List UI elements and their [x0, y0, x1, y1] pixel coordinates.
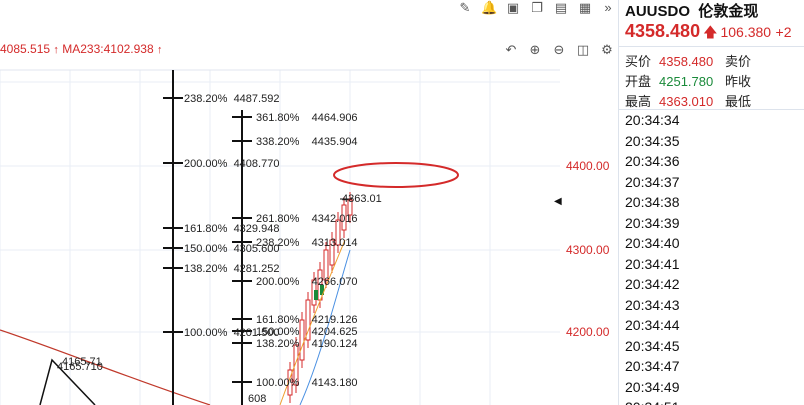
symbol-line: AUUSDO 伦敦金现: [625, 0, 758, 21]
price-tick-4200: 4200.00: [566, 325, 610, 339]
fib-right-price: 4190.124: [311, 338, 358, 350]
fib-right-price: 4204.625: [311, 326, 358, 338]
fib-right-price: 4143.180: [311, 377, 358, 389]
fib-left-pct: 238.20%: [184, 93, 228, 105]
collapse-icon[interactable]: »: [600, 0, 616, 16]
chart-box-icon[interactable]: ▤: [553, 0, 569, 16]
grid-icon[interactable]: ▦: [577, 0, 593, 16]
fib-right-pct: 161.80%: [256, 314, 300, 326]
tick-time: 20:34:41: [625, 255, 680, 272]
chart-area[interactable]: 4085.515 ↑ MA233:4102.938 ↑ ✎ 🔔 ▣ ❐ ▤ ▦ …: [0, 0, 618, 405]
tick-time: 20:34:37: [625, 173, 680, 190]
layout-icon[interactable]: ◫: [575, 42, 591, 58]
quote-label: 开盘: [625, 74, 652, 89]
tick-time: 20:34:47: [625, 358, 680, 374]
fib-left-pct: 200.00%: [184, 158, 228, 170]
price-change: 106.380: [720, 24, 772, 40]
fib-right-price: 4342.016: [311, 213, 358, 225]
price-tick-4300: 4300.00: [566, 243, 610, 257]
symbol-name: 伦敦金现: [698, 3, 759, 20]
settings-icon[interactable]: ⚙: [599, 42, 615, 58]
quote-label: 买价: [625, 54, 652, 69]
ma-left-value: 4085.515: [0, 42, 51, 56]
quote-value: 4358.480: [659, 54, 714, 69]
ma233-value: MA233:4102.938: [62, 42, 154, 56]
quote-label2: 昨收: [725, 74, 752, 89]
copy-icon[interactable]: ❐: [529, 0, 545, 16]
fib-right-pct: 100.00%: [256, 377, 300, 389]
fib-right-pct: 200.00%: [256, 276, 300, 288]
fib-right-pct: 261.80%: [256, 213, 300, 225]
fib-right-price: 4464.906: [311, 112, 358, 124]
tick-time: 20:34:35: [625, 132, 680, 149]
quote-row-high: 最高 4363.010 最低: [625, 91, 751, 110]
bell-icon[interactable]: 🔔: [481, 0, 497, 16]
tick-time: 20:34:39: [625, 214, 680, 231]
camera-icon[interactable]: ▣: [505, 0, 521, 16]
price-change-percent: +2: [775, 24, 792, 40]
arrow-up-icon: 🡅: [703, 24, 718, 40]
red-ellipse-annotation: [333, 162, 459, 188]
quote-row-open: 开盘 4251.780 昨收: [625, 71, 751, 90]
candle-body-down: [314, 290, 318, 300]
quote-label2: 最低: [725, 94, 752, 109]
tick-time: 20:34:38: [625, 194, 680, 210]
divider: [619, 46, 804, 47]
ma233-up-arrow-icon: ↑: [157, 44, 163, 56]
price-tick-4400: 4400.00: [566, 159, 610, 173]
fib-right-price: 4266.070: [311, 276, 358, 288]
tick-time: 20:34:42: [625, 276, 680, 292]
quote-panel: AUUSDO 伦敦金现 4358.480 🡅 106.380 +2 买价 4358.4…: [618, 0, 804, 405]
bottom-partial-label: 608: [248, 393, 267, 405]
tick-time-list[interactable]: 20:34:34 20:34:35 20:34:36 20:34:37 20:3…: [625, 110, 801, 405]
zoom-in-icon[interactable]: ⊕: [527, 42, 543, 58]
price-line: 4358.480 🡅 106.380 +2: [625, 21, 792, 46]
current-price-marker-icon: ◀: [554, 196, 562, 207]
fib-right-pct: 238.20%: [256, 237, 300, 249]
fib-left-pct: 161.80%: [184, 223, 228, 235]
fib-left-pct: 150.00%: [184, 243, 228, 255]
left-high-label-b: 4165.710: [57, 361, 103, 373]
zoom-out-icon[interactable]: ⊖: [551, 42, 567, 58]
quote-label: 最高: [625, 94, 652, 109]
fib-right-pct: 361.80%: [256, 112, 300, 124]
fib-left-price: 4487.592: [233, 93, 280, 105]
last-price: 4358.480: [625, 21, 701, 41]
quote-value: 4363.010: [659, 94, 714, 109]
ma-up-arrow-icon: ↑: [53, 44, 59, 56]
fib-right-pct: 338.20%: [256, 136, 300, 148]
fib-right-price: 4313.014: [311, 237, 358, 249]
tick-time: 20:34:34: [625, 112, 680, 128]
quote-value: 4251.780: [659, 74, 714, 89]
tick-time: 20:34:51: [625, 397, 801, 405]
symbol-code: AUUSDO: [625, 3, 691, 20]
fib-left-pct: 100.00%: [184, 327, 228, 339]
ma233-line: [0, 329, 211, 405]
tick-time: 20:34:43: [625, 296, 680, 313]
pen-icon[interactable]: ✎: [457, 0, 473, 16]
tick-time: 20:34:49: [625, 378, 680, 395]
quote-row-bid: 买价 4358.480 卖价: [625, 51, 751, 70]
undo-icon[interactable]: ↶: [503, 42, 519, 58]
fib-left-pct: 138.20%: [184, 263, 228, 275]
quote-label2: 卖价: [725, 54, 752, 69]
fib-right-pct: 150.00%: [256, 326, 300, 338]
high-marker-label: 4363.01: [342, 193, 382, 205]
fib-left-price: 4281.252: [233, 263, 280, 275]
ma-legend: 4085.515 ↑ MA233:4102.938 ↑: [0, 42, 163, 56]
tick-time: 20:34:36: [625, 153, 680, 169]
fib-right-price: 4219.126: [311, 314, 358, 326]
fib-right-price: 4435.904: [311, 136, 358, 148]
tick-time: 20:34:45: [625, 337, 680, 354]
tick-time: 20:34:44: [625, 317, 680, 333]
fib-right-pct: 138.20%: [256, 338, 300, 350]
tick-time: 20:34:40: [625, 235, 680, 251]
fib-left-price: 4408.770: [233, 158, 280, 170]
